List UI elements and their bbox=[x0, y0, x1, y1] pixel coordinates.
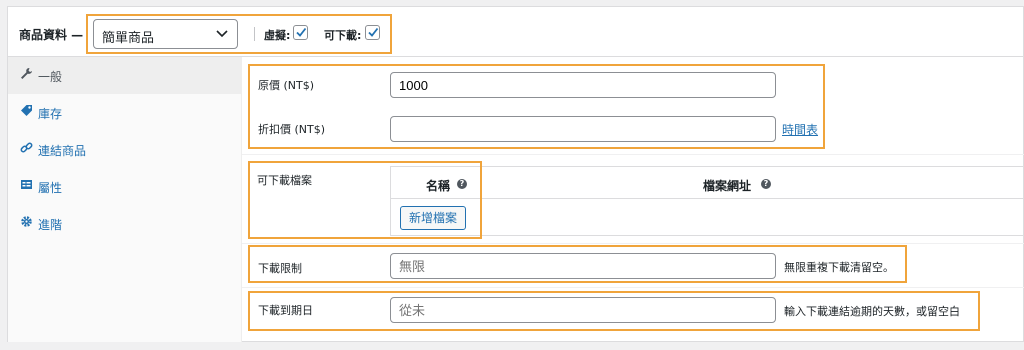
wrench-icon bbox=[19, 67, 33, 81]
product-data-title: 商品資料 — bbox=[19, 28, 84, 42]
tab-advanced[interactable]: 進階 bbox=[8, 205, 242, 242]
highlight-box bbox=[248, 291, 980, 331]
tab-inventory-label: 庫存 bbox=[38, 107, 63, 121]
downloadable-files-table: 名稱 ? 檔案網址 ? 新增檔案 bbox=[390, 166, 1024, 236]
tab-attributes[interactable]: 屬性 bbox=[8, 168, 242, 205]
gear-icon bbox=[19, 215, 33, 229]
section-divider bbox=[242, 287, 1024, 288]
tab-general-label: 一般 bbox=[38, 70, 63, 84]
tag-icon bbox=[19, 104, 33, 118]
link-icon bbox=[19, 141, 33, 155]
section-divider bbox=[242, 243, 1024, 244]
tab-linked-products-label: 連結商品 bbox=[38, 144, 87, 158]
table-icon bbox=[19, 178, 33, 192]
product-data-tabs: 一般 庫存 連結商品 屬性 進階 bbox=[8, 57, 242, 342]
highlight-box bbox=[248, 161, 482, 239]
tab-advanced-label: 進階 bbox=[38, 218, 63, 232]
tab-linked-products[interactable]: 連結商品 bbox=[8, 131, 242, 168]
help-icon[interactable]: ? bbox=[761, 179, 771, 189]
highlight-box bbox=[86, 14, 392, 54]
tab-attributes-label: 屬性 bbox=[38, 181, 63, 195]
col-url-header: 檔案網址 bbox=[703, 179, 752, 193]
highlight-box bbox=[248, 245, 907, 283]
tab-inventory[interactable]: 庫存 bbox=[8, 94, 242, 131]
section-divider bbox=[242, 154, 1024, 155]
highlight-box bbox=[248, 64, 825, 149]
tab-general[interactable]: 一般 bbox=[8, 57, 242, 94]
files-table-header: 名稱 ? 檔案網址 ? bbox=[391, 167, 1024, 199]
product-data-panel: 商品資料 — 簡單商品 虛擬: 可下載: 一般 庫存 連結商品 屬性 進階 原價… bbox=[7, 6, 1024, 342]
